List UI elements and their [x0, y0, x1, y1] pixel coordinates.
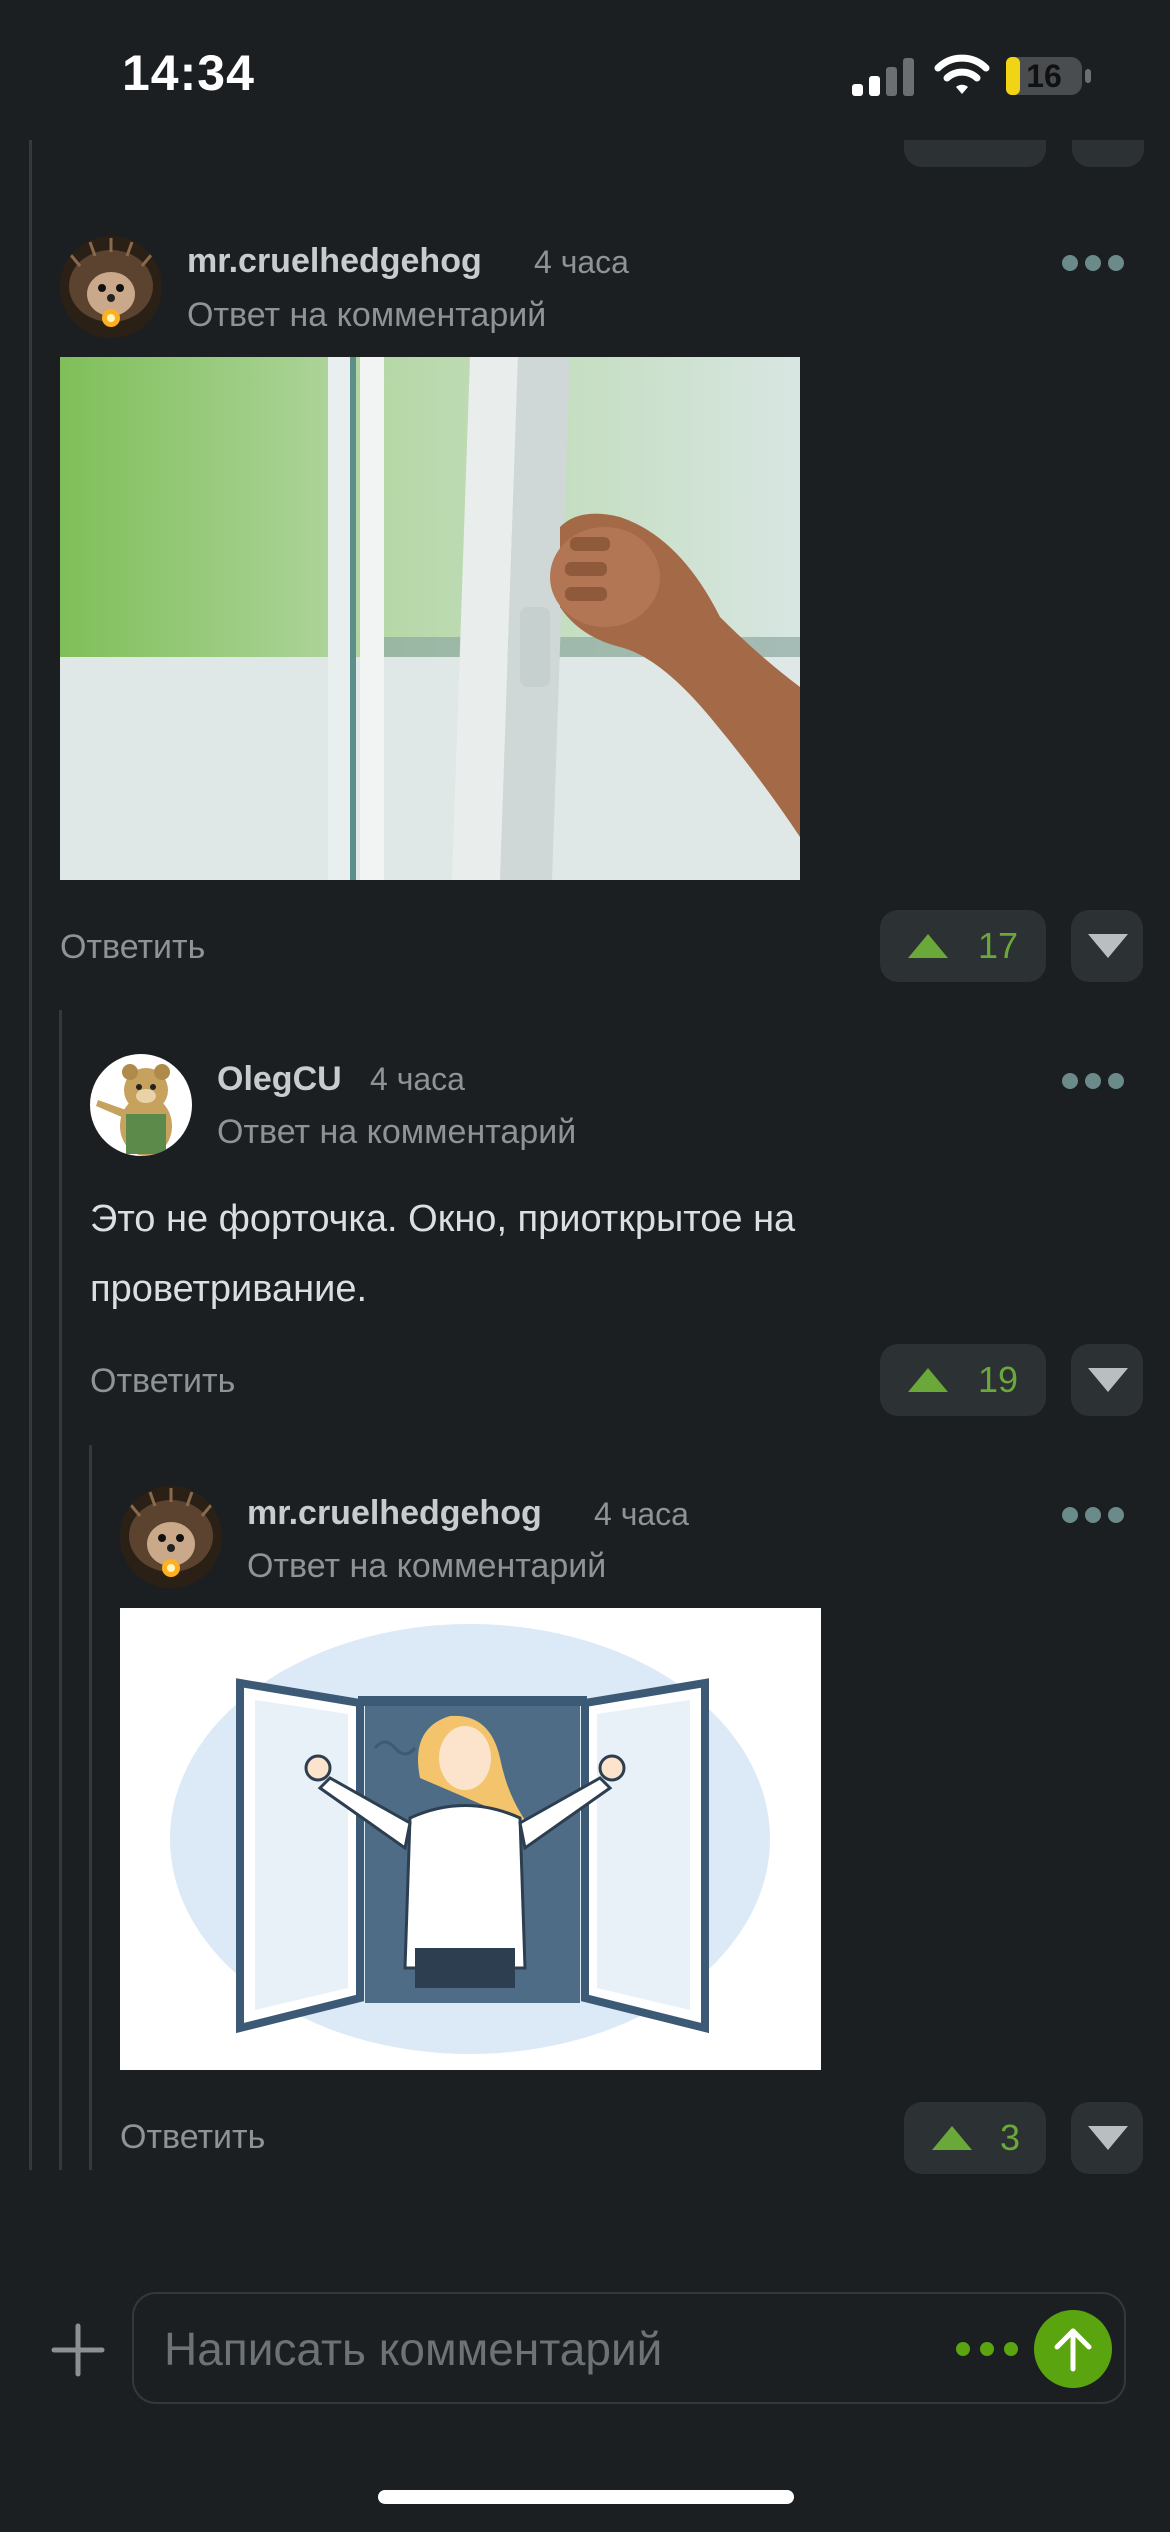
comment-image-attachment[interactable]: [60, 357, 800, 880]
more-input-options-icon[interactable]: [954, 2340, 1020, 2358]
reply-button[interactable]: Ответить: [60, 928, 205, 967]
thread-line-level-2: [59, 1010, 62, 2170]
avatar[interactable]: [120, 1486, 222, 1588]
previous-comment-actions: [0, 140, 1170, 168]
reply-to-label[interactable]: Ответ на комментарий: [187, 296, 546, 335]
downvote-arrow-icon: [1088, 1368, 1128, 1392]
battery-percent: 16: [1026, 58, 1062, 94]
avatar[interactable]: [90, 1054, 192, 1156]
upvote-button[interactable]: 3: [904, 2102, 1046, 2174]
photo-hand-opening-window-icon: [60, 357, 800, 880]
battery-icon: 16: [1005, 56, 1093, 96]
hedgehog-avatar-icon: [60, 236, 162, 338]
upvote-count: 3: [1000, 2117, 1021, 2158]
send-button[interactable]: [1034, 2310, 1112, 2388]
reply-to-label[interactable]: Ответ на комментарий: [217, 1113, 576, 1152]
more-options-icon[interactable]: [1060, 252, 1126, 274]
comment-username[interactable]: mr.cruelhedgehog: [187, 242, 482, 281]
previous-vote-down-button[interactable]: [1072, 140, 1144, 167]
send-arrow-icon: [1054, 2328, 1092, 2372]
comment-username[interactable]: OlegCU: [217, 1060, 342, 1099]
reply-to-label[interactable]: Ответ на комментарий: [247, 1547, 606, 1586]
status-bar: 14:34 16: [0, 0, 1170, 140]
downvote-button[interactable]: [1071, 910, 1143, 982]
home-indicator: [378, 2490, 794, 2504]
thread-line-level-3: [89, 1445, 92, 2170]
more-options-icon[interactable]: [1060, 1504, 1126, 1526]
cartoon-bear-avatar-icon: [90, 1054, 192, 1156]
upvote-arrow-icon: [932, 2126, 972, 2150]
wifi-icon: [934, 54, 990, 94]
status-time: 14:34: [122, 45, 255, 101]
upvote-arrow-icon: [908, 934, 948, 958]
more-options-icon[interactable]: [1060, 1070, 1126, 1092]
cellular-signal-icon: [852, 58, 914, 96]
reply-button[interactable]: Ответить: [90, 1362, 235, 1401]
comment-text-line: Это не форточка. Окно, приоткрытое на: [90, 1198, 796, 1240]
upvote-count: 19: [978, 1359, 1019, 1400]
illustration-woman-opening-window-icon: [170, 1624, 770, 2054]
comment-time: 4 часа: [594, 1496, 689, 1532]
comment-time: 4 часа: [534, 244, 629, 280]
upvote-arrow-icon: [908, 1368, 948, 1392]
hedgehog-avatar-icon: [120, 1486, 222, 1588]
avatar[interactable]: [60, 236, 162, 338]
comment-text: Это не форточка. Окно, приоткрытое на пр…: [90, 1184, 795, 1324]
downvote-button[interactable]: [1071, 1344, 1143, 1416]
comment-input[interactable]: [162, 2318, 926, 2380]
add-attachment-icon[interactable]: [48, 2320, 108, 2380]
comment-input-box[interactable]: [132, 2292, 1126, 2404]
downvote-arrow-icon: [1088, 934, 1128, 958]
previous-vote-up-button[interactable]: [904, 140, 1046, 167]
upvote-button[interactable]: 17: [880, 910, 1046, 982]
comment-image-attachment[interactable]: [120, 1608, 821, 2070]
reply-button[interactable]: Ответить: [120, 2118, 265, 2157]
upvote-count: 17: [978, 925, 1019, 966]
comment-text-line: проветривание.: [90, 1268, 368, 1310]
downvote-arrow-icon: [1088, 2126, 1128, 2150]
comment-time: 4 часа: [370, 1061, 465, 1097]
comment-username[interactable]: mr.cruelhedgehog: [247, 1494, 542, 1533]
thread-line-level-1: [29, 140, 32, 2170]
upvote-button[interactable]: 19: [880, 1344, 1046, 1416]
downvote-button[interactable]: [1071, 2102, 1143, 2174]
